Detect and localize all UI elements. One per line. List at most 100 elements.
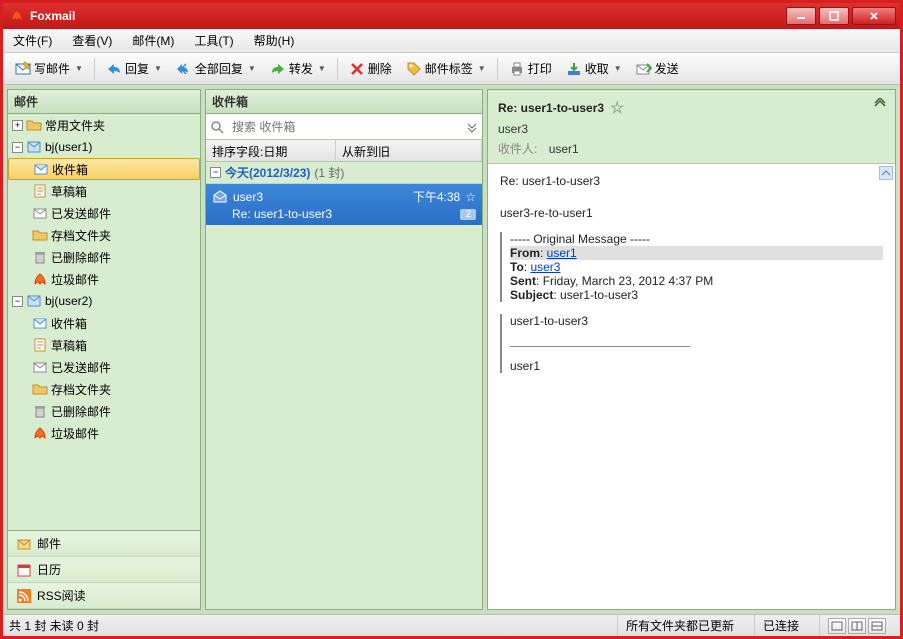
original-message-block: ----- Original Message ----- From: user1… bbox=[500, 232, 883, 302]
account-node[interactable]: − bj(user1) bbox=[8, 136, 200, 158]
nav-calendar[interactable]: 日历 bbox=[8, 557, 200, 583]
mail-group[interactable]: − 今天(2012/3/23) (1 封) bbox=[206, 162, 482, 184]
statusbar: 共 1 封 未读 0 封 所有文件夹都已更新 已连接 bbox=[3, 614, 900, 636]
mail-sender: user3 bbox=[233, 190, 408, 204]
folder-sent[interactable]: 已发送邮件 bbox=[8, 356, 200, 378]
menu-mail[interactable]: 邮件(M) bbox=[128, 30, 178, 51]
menu-view[interactable]: 查看(V) bbox=[68, 30, 116, 51]
sent-icon bbox=[32, 205, 48, 221]
nav-rss[interactable]: RSS阅读 bbox=[8, 583, 200, 609]
folder-inbox[interactable]: 收件箱 bbox=[8, 158, 200, 180]
dropdown-icon: ▼ bbox=[614, 64, 622, 73]
menubar: 文件(F) 查看(V) 邮件(M) 工具(T) 帮助(H) bbox=[3, 29, 900, 53]
preview-from: user3 bbox=[498, 122, 885, 136]
mail-subject: Re: user1-to-user3 bbox=[232, 207, 454, 221]
account-node[interactable]: − bj(user2) bbox=[8, 290, 200, 312]
folder-sent[interactable]: 已发送邮件 bbox=[8, 202, 200, 224]
drafts-icon bbox=[32, 337, 48, 353]
drafts-icon bbox=[32, 183, 48, 199]
folder-common[interactable]: + 常用文件夹 bbox=[8, 114, 200, 136]
collapse-icon[interactable]: − bbox=[12, 142, 23, 153]
preview-subject: Re: user1-to-user3 bbox=[498, 101, 604, 115]
inbox-icon bbox=[32, 315, 48, 331]
folder-icon bbox=[32, 381, 48, 397]
folder-spam[interactable]: 垃圾邮件 bbox=[8, 268, 200, 290]
menu-help[interactable]: 帮助(H) bbox=[250, 30, 299, 51]
menu-tools[interactable]: 工具(T) bbox=[190, 30, 237, 51]
search-input[interactable] bbox=[228, 118, 462, 136]
dropdown-icon: ▼ bbox=[154, 64, 162, 73]
maillist-panel: 收件箱 排序字段:日期 从新到旧 − 今天(2012/3/23) (1 封) u… bbox=[205, 89, 483, 610]
status-connection: 已连接 bbox=[754, 615, 807, 636]
folder-tree: + 常用文件夹 − bj(user1) 收件箱 草稿箱 bbox=[8, 114, 200, 530]
expand-icon[interactable]: + bbox=[12, 120, 23, 131]
scroll-up-button[interactable] bbox=[879, 166, 893, 180]
status-sync: 所有文件夹都已更新 bbox=[617, 615, 742, 636]
compose-button[interactable]: 写邮件▼ bbox=[9, 57, 89, 80]
star-icon[interactable]: ☆ bbox=[465, 190, 476, 204]
mail-item[interactable]: user3 下午4:38 ☆ Re: user1-to-user3 2 bbox=[206, 184, 482, 225]
collapse-icon[interactable]: − bbox=[210, 167, 221, 178]
trash-icon bbox=[32, 249, 48, 265]
folder-drafts[interactable]: 草稿箱 bbox=[8, 334, 200, 356]
layout-button-1[interactable] bbox=[828, 618, 846, 634]
receive-button[interactable]: 收取▼ bbox=[560, 57, 628, 80]
dropdown-icon: ▼ bbox=[75, 64, 83, 73]
folder-trash[interactable]: 已删除邮件 bbox=[8, 246, 200, 268]
forward-button[interactable]: 转发▼ bbox=[264, 57, 332, 80]
mail-time: 下午4:38 bbox=[413, 188, 460, 205]
print-button[interactable]: 打印 bbox=[503, 57, 558, 80]
collapse-icon[interactable]: − bbox=[12, 296, 23, 307]
tag-icon bbox=[406, 61, 422, 77]
app-title: Foxmail bbox=[30, 9, 75, 23]
delete-button[interactable]: 删除 bbox=[343, 57, 398, 80]
folder-archive[interactable]: 存档文件夹 bbox=[8, 378, 200, 400]
send-icon bbox=[636, 61, 652, 77]
dropdown-icon: ▼ bbox=[478, 64, 486, 73]
mail-open-icon bbox=[212, 189, 228, 205]
from-link[interactable]: user1 bbox=[547, 246, 577, 260]
folder-icon bbox=[32, 227, 48, 243]
folder-spam[interactable]: 垃圾邮件 bbox=[8, 422, 200, 444]
to-link[interactable]: user3 bbox=[530, 260, 560, 274]
reply-button[interactable]: 回复▼ bbox=[100, 57, 168, 80]
close-button[interactable] bbox=[852, 7, 896, 25]
tags-button[interactable]: 邮件标签▼ bbox=[400, 57, 492, 80]
reply-all-icon bbox=[176, 61, 192, 77]
status-count: 共 1 封 未读 0 封 bbox=[9, 617, 99, 634]
layout-button-3[interactable] bbox=[868, 618, 886, 634]
folder-drafts[interactable]: 草稿箱 bbox=[8, 180, 200, 202]
inbox-icon bbox=[33, 161, 49, 177]
collapse-header-button[interactable] bbox=[873, 98, 887, 108]
recipient-value: user1 bbox=[549, 142, 579, 156]
sidebar-header: 邮件 bbox=[8, 90, 200, 114]
menu-file[interactable]: 文件(F) bbox=[9, 30, 56, 51]
folder-archive[interactable]: 存档文件夹 bbox=[8, 224, 200, 246]
search-dropdown[interactable] bbox=[462, 121, 482, 133]
sort-order[interactable]: 从新到旧 bbox=[336, 140, 482, 161]
delete-icon bbox=[349, 61, 365, 77]
nav-mail[interactable]: 邮件 bbox=[8, 531, 200, 557]
account-icon bbox=[26, 139, 42, 155]
dropdown-icon: ▼ bbox=[248, 64, 256, 73]
folder-icon bbox=[26, 117, 42, 133]
layout-button-2[interactable] bbox=[848, 618, 866, 634]
print-icon bbox=[509, 61, 525, 77]
maximize-button[interactable] bbox=[819, 7, 849, 25]
star-icon[interactable]: ☆ bbox=[610, 98, 624, 118]
mail-count-badge: 2 bbox=[460, 209, 476, 220]
body-text: Re: user1-to-user3 bbox=[500, 174, 883, 188]
minimize-button[interactable] bbox=[786, 7, 816, 25]
account-icon bbox=[26, 293, 42, 309]
sort-field[interactable]: 排序字段:日期 bbox=[206, 140, 336, 161]
folder-trash[interactable]: 已删除邮件 bbox=[8, 400, 200, 422]
folder-inbox[interactable]: 收件箱 bbox=[8, 312, 200, 334]
sent-icon bbox=[32, 359, 48, 375]
compose-icon bbox=[15, 61, 31, 77]
body-text: user3-re-to-user1 bbox=[500, 206, 883, 220]
reply-all-button[interactable]: 全部回复▼ bbox=[170, 57, 262, 80]
preview-body: Re: user1-to-user3 user3-re-to-user1 ---… bbox=[488, 164, 895, 609]
recipient-label: 收件人: bbox=[498, 142, 537, 156]
send-button[interactable]: 发送 bbox=[630, 57, 685, 80]
quoted-block: user1-to-user3 user1 bbox=[500, 314, 883, 373]
